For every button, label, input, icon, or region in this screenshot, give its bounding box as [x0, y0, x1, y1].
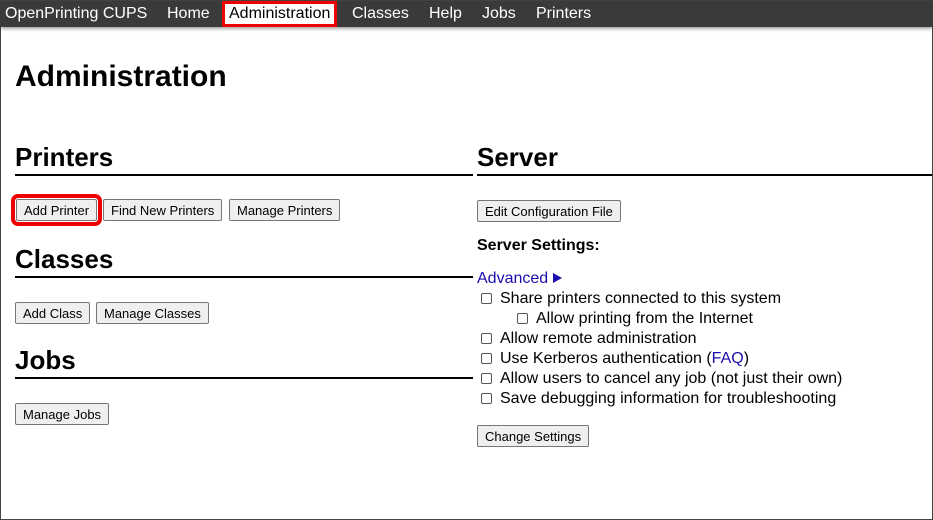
kerberos-label-end: )	[743, 350, 750, 367]
remote-admin-option: Allow remote administration	[481, 329, 697, 349]
nav-administration-link[interactable]: Administration	[222, 1, 338, 27]
nav-home-link[interactable]: Home	[167, 1, 210, 27]
kerberos-option: Use Kerberos authentication (FAQ)	[481, 349, 749, 369]
share-printers-option: Share printers connected to this system	[481, 289, 781, 309]
triangle-right-icon	[553, 273, 563, 283]
manage-printers-button[interactable]: Manage Printers	[229, 199, 341, 221]
advanced-label: Advanced	[477, 270, 549, 287]
allow-internet-printing-option: Allow printing from the Internet	[517, 309, 753, 329]
remote-admin-checkbox[interactable]	[481, 333, 492, 344]
allow-internet-printing-checkbox[interactable]	[517, 313, 528, 324]
server-settings-label: Server Settings:	[477, 237, 600, 254]
kerberos-label: Use Kerberos authentication (	[500, 350, 712, 367]
nav-help-link[interactable]: Help	[429, 1, 462, 27]
server-heading: Server	[477, 142, 932, 176]
cancel-any-job-label: Allow users to cancel any job (not just …	[500, 370, 843, 387]
share-printers-label: Share printers connected to this system	[500, 290, 782, 307]
change-settings-button[interactable]: Change Settings	[477, 425, 590, 447]
classes-heading: Classes	[15, 244, 473, 278]
debug-logging-label: Save debugging information for troublesh…	[500, 390, 837, 407]
debug-logging-checkbox[interactable]	[481, 393, 492, 404]
jobs-heading: Jobs	[15, 345, 473, 379]
manage-classes-button[interactable]: Manage Classes	[96, 302, 209, 324]
kerberos-checkbox[interactable]	[481, 353, 492, 364]
nav-jobs-link[interactable]: Jobs	[482, 1, 516, 27]
advanced-toggle[interactable]: Advanced	[477, 270, 563, 288]
cancel-any-job-option: Allow users to cancel any job (not just …	[481, 369, 842, 389]
manage-jobs-button[interactable]: Manage Jobs	[15, 403, 110, 425]
kerberos-faq-link[interactable]: FAQ	[712, 350, 744, 367]
printers-heading: Printers	[15, 142, 473, 176]
find-new-printers-button[interactable]: Find New Printers	[103, 199, 223, 221]
nav-classes-link[interactable]: Classes	[352, 1, 409, 27]
top-nav-bar: OpenPrinting CUPS Home Administration Cl…	[1, 1, 932, 27]
page-title: Administration	[15, 60, 227, 93]
share-printers-checkbox[interactable]	[481, 293, 492, 304]
add-printer-button[interactable]: Add Printer	[10, 194, 103, 226]
nav-brand-link[interactable]: OpenPrinting CUPS	[5, 1, 147, 27]
edit-configuration-file-button[interactable]: Edit Configuration File	[477, 200, 621, 222]
add-class-button[interactable]: Add Class	[15, 302, 91, 324]
cancel-any-job-checkbox[interactable]	[481, 373, 492, 384]
allow-internet-printing-label: Allow printing from the Internet	[536, 310, 753, 327]
nav-printers-link[interactable]: Printers	[536, 1, 591, 27]
remote-admin-label: Allow remote administration	[500, 330, 697, 347]
debug-logging-option: Save debugging information for troublesh…	[481, 389, 836, 409]
